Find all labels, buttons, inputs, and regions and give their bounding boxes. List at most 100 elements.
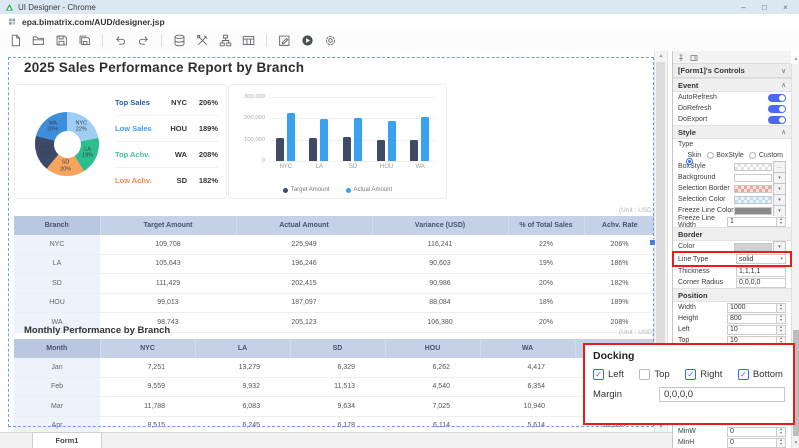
spinner-buttons[interactable]: ▲▼ bbox=[777, 314, 786, 324]
dock-layout-icon[interactable] bbox=[690, 54, 698, 62]
property-row-width: Width▲▼ bbox=[673, 302, 791, 313]
property-row-freeze-line-width: Freeze Line Width ▲▼ bbox=[673, 216, 791, 227]
section-header-event[interactable]: Event∧ bbox=[673, 78, 791, 92]
select-box[interactable]: solid▾ bbox=[736, 254, 786, 264]
tab-form1[interactable]: Form1 bbox=[32, 432, 102, 448]
radio-option-boxstyle[interactable]: BoxStyle bbox=[707, 152, 744, 159]
run-icon[interactable] bbox=[299, 32, 316, 49]
save-icon[interactable] bbox=[53, 32, 70, 49]
value-input[interactable] bbox=[727, 438, 777, 448]
row-control: ▲▼ bbox=[727, 438, 786, 448]
settings-icon[interactable] bbox=[322, 32, 339, 49]
table-cell: 187,097 bbox=[236, 293, 372, 313]
radio-option-custom[interactable]: Custom bbox=[749, 152, 783, 159]
sitemap-icon[interactable] bbox=[217, 32, 234, 49]
color-swatch[interactable] bbox=[734, 185, 772, 193]
undo-icon[interactable] bbox=[112, 32, 129, 49]
toggle-switch[interactable] bbox=[768, 105, 786, 113]
value-input[interactable] bbox=[736, 267, 786, 277]
property-row-doexport: DoExport bbox=[673, 114, 791, 125]
table-cell: 196,246 bbox=[236, 254, 372, 274]
property-label: Color bbox=[678, 243, 695, 250]
donut-label: WA20% bbox=[47, 120, 58, 133]
toggle-switch[interactable] bbox=[768, 94, 786, 102]
checkbox-icon: ✓ bbox=[685, 369, 696, 380]
value-input[interactable] bbox=[727, 325, 777, 335]
value-input[interactable] bbox=[727, 427, 777, 437]
color-swatch[interactable] bbox=[734, 174, 772, 182]
value-input[interactable] bbox=[727, 303, 777, 313]
table-row: Feb9,5599,93211,5134,5406,35441,898 bbox=[14, 377, 655, 397]
property-label: Freeze Line Width bbox=[678, 215, 727, 229]
panel-title-bar[interactable]: [Form1]'s Controls ∨ bbox=[673, 64, 791, 78]
dropdown-button[interactable]: ▾ bbox=[773, 241, 786, 253]
gridline bbox=[269, 161, 437, 162]
open-folder-icon[interactable] bbox=[30, 32, 47, 49]
radio-option-skin[interactable]: Skin bbox=[678, 152, 701, 159]
edit-icon[interactable] bbox=[276, 32, 293, 49]
resize-handle-right[interactable] bbox=[649, 239, 656, 246]
overview-card[interactable]: NYC22%LA19%SD20%HOU18%WA20% Top SalesNYC… bbox=[14, 84, 227, 199]
dock-checkbox-top[interactable]: Top bbox=[639, 369, 669, 380]
table-cell: 6,114 bbox=[385, 416, 480, 432]
column-header: LA bbox=[195, 339, 290, 358]
spinner-buttons[interactable]: ▲▼ bbox=[777, 438, 786, 448]
table-cell: 182% bbox=[584, 274, 655, 294]
bar-chart-card[interactable]: 300,000200,000100,0000NYCLASDHOUWA Targe… bbox=[228, 84, 447, 199]
close-button[interactable]: × bbox=[783, 0, 788, 14]
bar-actual-amount bbox=[421, 117, 429, 161]
dropdown-button[interactable]: ▾ bbox=[773, 205, 786, 217]
value-input[interactable] bbox=[727, 314, 777, 324]
spinner-buttons[interactable]: ▲▼ bbox=[777, 427, 786, 437]
color-swatch[interactable] bbox=[734, 163, 772, 171]
legend-item: Target Amount bbox=[283, 187, 330, 193]
value-input[interactable] bbox=[736, 278, 786, 288]
row-control: ▲▼ bbox=[727, 427, 786, 437]
section-header-position[interactable]: Position bbox=[673, 288, 791, 302]
toggle-switch[interactable] bbox=[768, 116, 786, 124]
spinner-buttons[interactable]: ▲▼ bbox=[777, 303, 786, 313]
table-cell: 10,940 bbox=[480, 397, 575, 417]
section-header-border[interactable]: Border bbox=[673, 227, 791, 241]
property-row-dorefresh: DoRefresh bbox=[673, 103, 791, 114]
section-header-style[interactable]: Style∧ bbox=[673, 125, 791, 139]
new-file-icon[interactable] bbox=[7, 32, 24, 49]
row-control bbox=[736, 278, 786, 288]
scroll-up-icon[interactable]: ▲ bbox=[792, 54, 799, 64]
scroll-up-icon[interactable]: ▲ bbox=[655, 51, 667, 61]
color-swatch[interactable] bbox=[734, 243, 772, 251]
table-cell: 8,515 bbox=[100, 416, 195, 432]
dock-checkbox-left[interactable]: ✓Left bbox=[593, 369, 624, 380]
dock-checkbox-right[interactable]: ✓Right bbox=[685, 369, 722, 380]
redo-icon[interactable] bbox=[135, 32, 152, 49]
spinner-buttons[interactable]: ▲▼ bbox=[777, 217, 786, 227]
database-icon[interactable] bbox=[171, 32, 188, 49]
panel-icon-strip bbox=[673, 51, 791, 64]
value-input[interactable] bbox=[727, 217, 777, 227]
table-row: LA105,643196,24690,60319%186% bbox=[14, 254, 655, 274]
dock-checkbox-bottom[interactable]: ✓Bottom bbox=[738, 369, 783, 380]
data-grid-icon[interactable] bbox=[240, 32, 257, 49]
color-swatch[interactable] bbox=[734, 196, 772, 204]
table-cell: 4,417 bbox=[480, 358, 575, 377]
donut-chart[interactable]: NYC22%LA19%SD20%HOU18%WA20% bbox=[35, 112, 99, 176]
maximize-button[interactable]: □ bbox=[762, 0, 767, 14]
property-label: Type bbox=[678, 141, 693, 148]
url-bar[interactable]: epa.bimatrix.com/AUD/designer.jsp bbox=[0, 14, 799, 30]
color-swatch[interactable] bbox=[734, 207, 772, 215]
x-axis-label: HOU bbox=[372, 164, 402, 170]
save-all-icon[interactable] bbox=[76, 32, 93, 49]
pin-icon[interactable] bbox=[677, 54, 685, 62]
column-header: Target Amount bbox=[100, 216, 236, 235]
chart-legend: Target AmountActual Amount bbox=[229, 187, 446, 193]
spinner-buttons[interactable]: ▲▼ bbox=[777, 325, 786, 335]
radio-icon bbox=[707, 152, 714, 159]
row-control: ▾ bbox=[734, 241, 786, 253]
margin-input[interactable] bbox=[659, 387, 785, 402]
minimize-button[interactable]: – bbox=[741, 0, 746, 14]
scroll-down-icon[interactable]: ▼ bbox=[792, 438, 799, 448]
designer-canvas[interactable]: 2025 Sales Performance Report by Branch … bbox=[0, 51, 672, 432]
table-row: Apr8,5156,2456,1786,1145,61432,666 bbox=[14, 416, 655, 432]
tools-icon[interactable] bbox=[194, 32, 211, 49]
row-control: ▲▼ bbox=[727, 303, 786, 313]
